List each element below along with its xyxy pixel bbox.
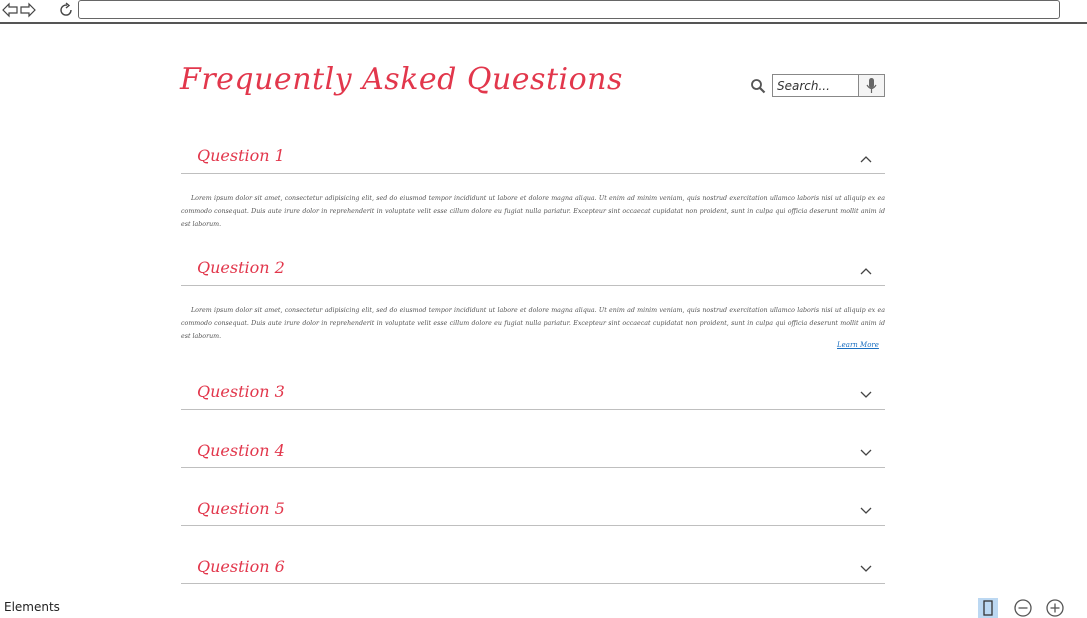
- zoom-out-icon[interactable]: [1013, 598, 1033, 618]
- faq-question-label: Question 4: [197, 441, 285, 460]
- search-input[interactable]: [772, 74, 858, 97]
- page-view-icon[interactable]: [978, 598, 998, 618]
- faq-divider: [181, 583, 885, 584]
- window-frame-divider: [0, 22, 1087, 24]
- microphone-icon: [866, 78, 877, 93]
- chevron-up-icon[interactable]: [859, 152, 873, 166]
- faq-question-6[interactable]: Question 6: [181, 551, 885, 587]
- url-bar[interactable]: [78, 0, 1060, 19]
- faq-question-1[interactable]: Question 1: [181, 140, 885, 176]
- faq-question-label: Question 2: [197, 258, 285, 277]
- chevron-down-icon[interactable]: [859, 387, 873, 401]
- chevron-down-icon[interactable]: [859, 445, 873, 459]
- faq-divider: [181, 409, 885, 410]
- faq-divider: [181, 173, 885, 174]
- faq-question-label: Question 5: [197, 499, 285, 518]
- forward-arrow-icon[interactable]: [20, 2, 36, 18]
- reload-icon[interactable]: [58, 2, 74, 18]
- chevron-up-icon[interactable]: [859, 264, 873, 278]
- faq-question-4[interactable]: Question 4: [181, 435, 885, 471]
- status-bar: Elements: [0, 598, 1087, 618]
- faq-question-3[interactable]: Question 3: [181, 376, 885, 412]
- faq-answer-2: Lorem ipsum dolor sit amet, consectetur …: [181, 307, 885, 340]
- learn-more-link[interactable]: Learn More: [837, 341, 879, 349]
- search-icon[interactable]: [750, 78, 766, 94]
- elements-label: Elements: [4, 600, 60, 614]
- page-title: Frequently Asked Questions: [180, 62, 623, 97]
- faq-divider: [181, 467, 885, 468]
- microphone-button[interactable]: [858, 74, 885, 97]
- faq-question-2[interactable]: Question 2: [181, 252, 885, 288]
- faq-divider: [181, 285, 885, 286]
- browser-toolbar: [0, 0, 1087, 22]
- faq-question-label: Question 6: [197, 557, 285, 576]
- faq-question-5[interactable]: Question 5: [181, 493, 885, 529]
- faq-answer-1: Lorem ipsum dolor sit amet, consectetur …: [181, 195, 885, 228]
- faq-question-label: Question 3: [197, 382, 285, 401]
- chevron-down-icon[interactable]: [859, 503, 873, 517]
- back-arrow-icon[interactable]: [2, 2, 18, 18]
- zoom-in-icon[interactable]: [1045, 598, 1065, 618]
- faq-divider: [181, 525, 885, 526]
- faq-question-label: Question 1: [197, 146, 285, 165]
- chevron-down-icon[interactable]: [859, 561, 873, 575]
